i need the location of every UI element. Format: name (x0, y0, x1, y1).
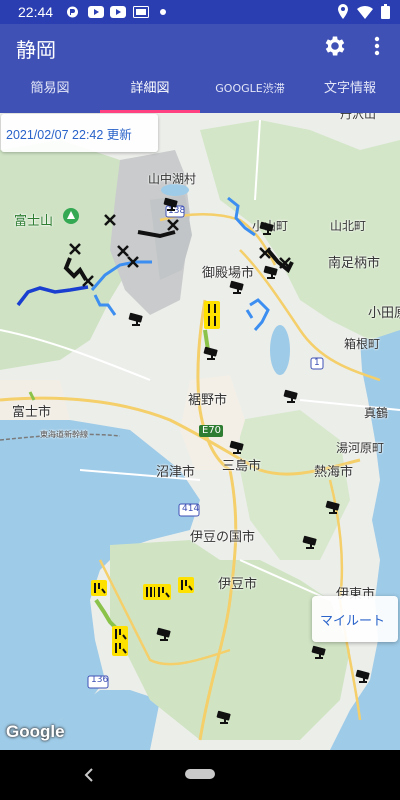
lane-restriction-icon[interactable] (155, 584, 171, 600)
map-view[interactable]: 丹沢山 山中湖村 富士山 小山町 山北町 御殿場市 南足柄市 小田原 箱根町 裾… (0, 113, 400, 750)
place-susono: 裾野市 (188, 393, 228, 408)
closure-x-icon[interactable] (126, 255, 140, 269)
battery-icon (381, 4, 390, 19)
my-route-button[interactable]: マイルート (312, 596, 398, 642)
home-pill[interactable] (185, 769, 215, 779)
lane-restriction-icon[interactable] (178, 577, 194, 593)
tab-label: 詳細図 (130, 81, 170, 96)
place-atami: 熱海市 (314, 465, 354, 480)
road-414: 414 (182, 504, 200, 514)
tab-google-traffic[interactable]: GOOGLE渋滞 (200, 68, 300, 113)
camera-icon[interactable] (354, 669, 374, 683)
place-mishima: 三島市 (222, 459, 262, 474)
closure-x-icon[interactable] (68, 242, 82, 256)
place-izunokuni: 伊豆の国市 (190, 530, 256, 545)
camera-icon[interactable] (282, 389, 302, 403)
back-icon[interactable] (82, 766, 96, 784)
notification-icon (67, 6, 78, 18)
dot-icon (160, 9, 166, 15)
camera-icon[interactable] (155, 627, 175, 641)
place-izu: 伊豆市 (218, 577, 258, 592)
tab-label: 簡易図 (30, 81, 70, 96)
camera-icon[interactable] (202, 346, 222, 360)
place-fujisan: 富士山 (14, 214, 54, 229)
tab-detail-map[interactable]: 詳細図 (100, 68, 200, 113)
lane-restriction-icon[interactable] (204, 313, 220, 329)
status-time: 22:44 (18, 4, 54, 20)
more-vert-icon[interactable] (368, 33, 386, 59)
place-manazuru: 真鶴 (364, 406, 389, 420)
camera-icon[interactable] (228, 280, 248, 294)
update-timestamp-panel: 2021/02/07 22:42 更新 (1, 114, 158, 152)
camera-icon[interactable] (127, 312, 147, 326)
youtube-icon (88, 6, 104, 18)
tab-bar: 簡易図 詳細図 GOOGLE渋滞 文字情報 (0, 68, 400, 113)
place-minamiashigara: 南足柄市 (328, 256, 381, 271)
system-nav-bar (0, 750, 400, 800)
road-136: 136 (91, 675, 109, 685)
place-hakone: 箱根町 (344, 337, 381, 351)
camera-icon[interactable] (162, 197, 182, 211)
sim-icon (133, 6, 149, 18)
status-bar: 22:44 (0, 0, 400, 24)
camera-icon[interactable] (310, 645, 330, 659)
location-icon (338, 4, 348, 19)
camera-icon[interactable] (258, 221, 278, 235)
place-yamakita: 山北町 (330, 219, 367, 233)
camera-icon[interactable] (324, 500, 344, 514)
closure-x-icon[interactable] (81, 274, 95, 288)
wifi-icon (357, 5, 373, 19)
closure-x-icon[interactable] (166, 218, 180, 232)
tab-label: GOOGLE渋滞 (215, 82, 285, 95)
update-timestamp: 2021/02/07 22:42 更新 (6, 128, 132, 142)
settings-icon[interactable] (322, 33, 348, 59)
rail-shinkansen: 東海道新幹線 (40, 430, 88, 439)
place-tanzawa: 丹沢山 (340, 113, 377, 121)
app-bar: 静岡 (0, 24, 400, 68)
camera-icon[interactable] (215, 710, 235, 724)
youtube-icon (110, 6, 126, 18)
place-odawara: 小田原 (368, 306, 400, 321)
app-title: 静岡 (16, 38, 56, 62)
lane-restriction-icon[interactable] (91, 580, 107, 596)
camera-icon[interactable] (262, 265, 282, 279)
camera-icon[interactable] (301, 535, 321, 549)
road-1: 1 (314, 358, 320, 368)
tab-text-info[interactable]: 文字情報 (300, 68, 400, 113)
lane-restriction-icon[interactable] (112, 640, 128, 656)
place-gotemba: 御殿場市 (202, 266, 255, 281)
place-numazu: 沼津市 (156, 465, 196, 480)
my-route-label: マイルート (320, 614, 386, 629)
closure-x-icon[interactable] (258, 246, 272, 260)
place-yamanakako: 山中湖村 (148, 172, 197, 186)
place-yugawara: 湯河原町 (336, 441, 385, 455)
google-logo: Google (6, 722, 65, 741)
camera-icon[interactable] (228, 440, 248, 454)
closure-x-icon[interactable] (103, 213, 117, 227)
tab-label: 文字情報 (323, 81, 376, 96)
tab-simple-map[interactable]: 簡易図 (0, 68, 100, 113)
road-e70: E70 (202, 425, 222, 436)
place-fuji: 富士市 (12, 405, 52, 420)
